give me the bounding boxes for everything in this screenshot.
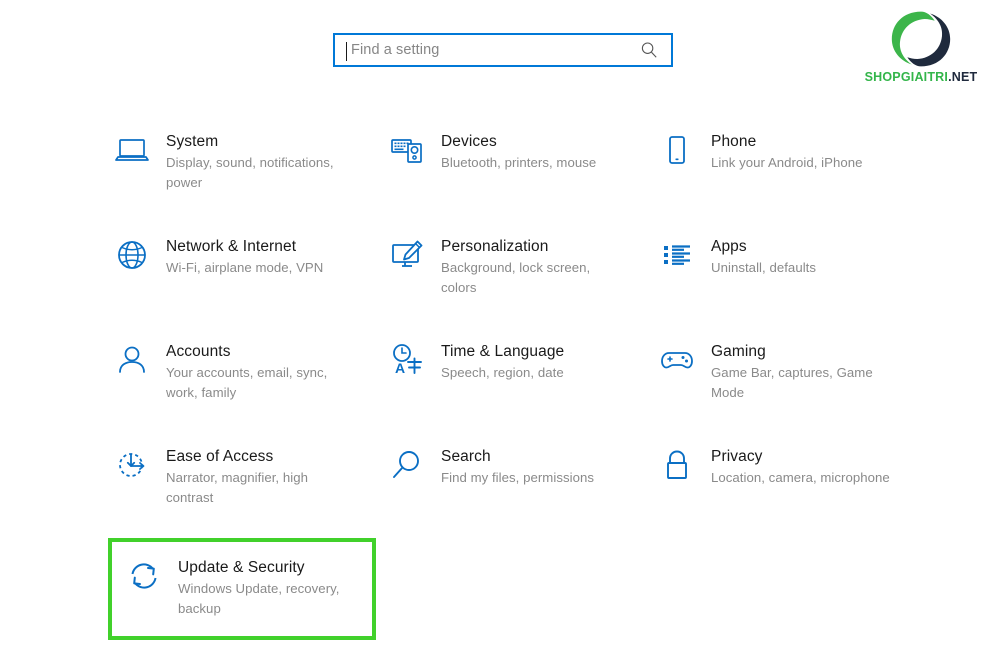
site-logo: SHOPGIAITRI.NET [850, 8, 992, 84]
setting-title: Devices [441, 133, 497, 150]
setting-subtitle: Narrator, magnifier, high contrast [166, 470, 308, 505]
refresh-icon [122, 554, 166, 598]
ease-of-access-icon [110, 443, 154, 487]
setting-tile-system[interactable]: System Display, sound, notifications, po… [110, 120, 385, 225]
clock-language-icon: A [385, 338, 429, 382]
setting-tile-privacy[interactable]: Privacy Location, camera, microphone [655, 435, 940, 540]
setting-subtitle: Find my files, permissions [441, 470, 594, 486]
setting-tile-personalization[interactable]: Personalization Background, lock screen,… [385, 225, 655, 330]
setting-subtitle: Game Bar, captures, Game Mode [711, 365, 873, 400]
setting-title: Ease of Access [166, 448, 274, 465]
devices-icon [385, 128, 429, 172]
person-icon [110, 338, 154, 382]
setting-subtitle: Background, lock screen, colors [441, 260, 591, 295]
setting-title: Time & Language [441, 343, 565, 360]
globe-icon [110, 233, 154, 277]
setting-subtitle: Wi-Fi, airplane mode, VPN [166, 260, 324, 276]
setting-tile-accounts[interactable]: Accounts Your accounts, email, sync, wor… [110, 330, 385, 435]
setting-title: Apps [711, 238, 747, 255]
magnifier-icon [385, 443, 429, 487]
gamepad-icon [655, 338, 699, 382]
setting-tile-search[interactable]: Search Find my files, permissions [385, 435, 655, 540]
search-placeholder: Find a setting [351, 42, 440, 58]
setting-title: Gaming [711, 343, 766, 360]
setting-subtitle: Location, camera, microphone [711, 470, 890, 486]
setting-subtitle: Link your Android, iPhone [711, 155, 863, 171]
setting-tile-apps[interactable]: Apps Uninstall, defaults [655, 225, 940, 330]
setting-subtitle: Your accounts, email, sync, work, family [166, 365, 328, 400]
setting-title: Update & Security [178, 559, 305, 576]
setting-subtitle: Bluetooth, printers, mouse [441, 155, 597, 171]
logo-text-dark: .NET [948, 70, 978, 84]
search-input[interactable]: Find a setting [333, 33, 673, 67]
lock-icon [655, 443, 699, 487]
setting-tile-network[interactable]: Network & Internet Wi-Fi, airplane mode,… [110, 225, 385, 330]
paintbrush-icon [385, 233, 429, 277]
setting-tile-time-language[interactable]: A Time & Language Speech, region, date [385, 330, 655, 435]
logo-text-green: SHOPGIAITRI [864, 70, 949, 84]
setting-tile-devices[interactable]: Devices Bluetooth, printers, mouse [385, 120, 655, 225]
swirl-circle-logo-icon [891, 11, 951, 67]
logo-wordmark: SHOPGIAITRI.NET [850, 71, 992, 84]
setting-title: Accounts [166, 343, 231, 360]
list-icon [655, 233, 699, 277]
setting-title: Privacy [711, 448, 763, 465]
setting-title: Network & Internet [166, 238, 297, 255]
phone-icon [655, 128, 699, 172]
setting-subtitle: Display, sound, notifications, power [166, 155, 334, 190]
setting-tile-phone[interactable]: Phone Link your Android, iPhone [655, 120, 940, 225]
svg-text:A: A [395, 360, 405, 376]
settings-grid: System Display, sound, notifications, po… [108, 120, 940, 645]
setting-tile-update-security[interactable]: Update & Security Windows Update, recove… [108, 538, 376, 640]
setting-title: System [166, 133, 219, 150]
laptop-icon [110, 128, 154, 172]
setting-title: Search [441, 448, 491, 465]
setting-subtitle: Windows Update, recovery, backup [178, 581, 340, 616]
search-icon[interactable] [639, 40, 659, 60]
text-caret [346, 42, 347, 61]
setting-title: Phone [711, 133, 757, 150]
setting-subtitle: Uninstall, defaults [711, 260, 817, 276]
search-bar[interactable]: Find a setting [333, 33, 673, 67]
setting-subtitle: Speech, region, date [441, 365, 564, 381]
setting-tile-ease-of-access[interactable]: Ease of Access Narrator, magnifier, high… [110, 435, 385, 540]
setting-tile-gaming[interactable]: Gaming Game Bar, captures, Game Mode [655, 330, 940, 435]
setting-title: Personalization [441, 238, 549, 255]
